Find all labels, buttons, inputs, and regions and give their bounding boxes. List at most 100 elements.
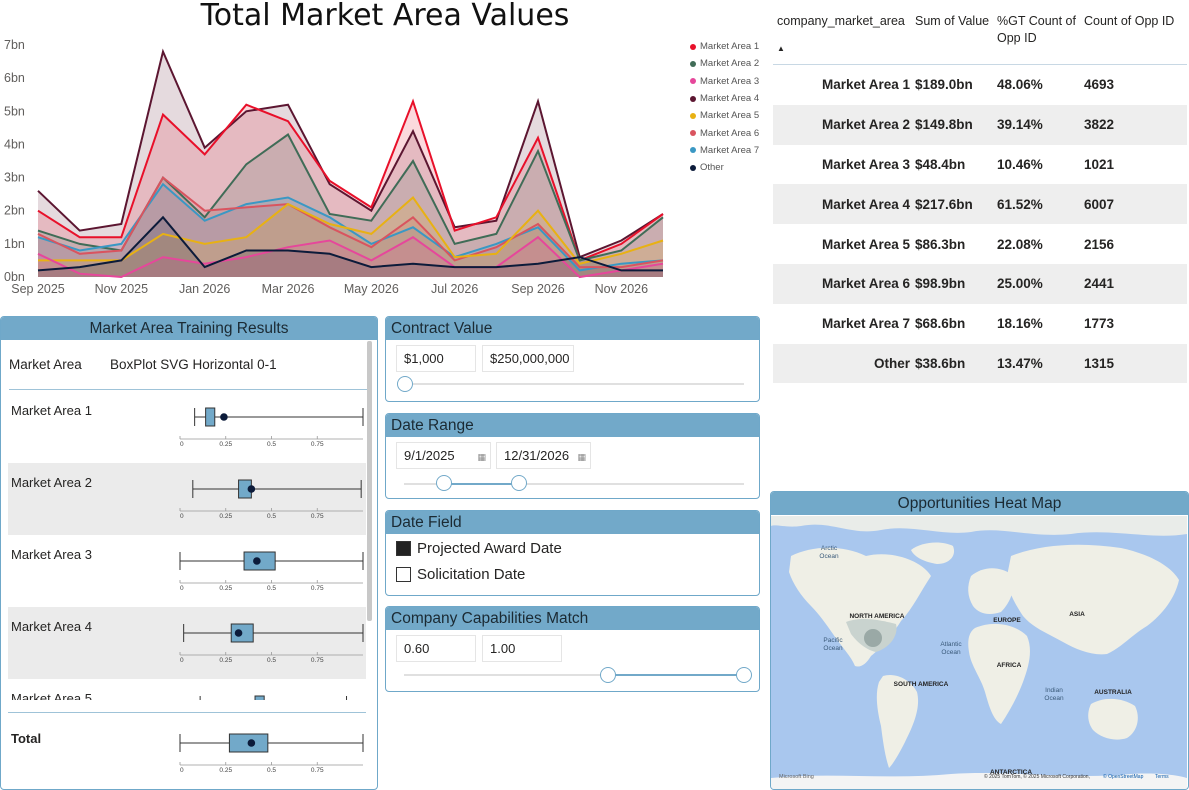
boxplot-row[interactable]: Market Area 3 0 0.25 0.5 0.75	[8, 535, 366, 607]
slider-track	[404, 383, 744, 385]
legend-swatch	[690, 112, 696, 119]
boxplot-chart: 0 0.25 0.5 0.75	[179, 479, 363, 520]
table-row[interactable]: Market Area 2 $149.8bn 39.14% 3822	[773, 104, 1187, 145]
calendar-icon[interactable]: ▦	[577, 452, 586, 463]
training-results-panel: Market Area Training Results Market Area…	[0, 316, 378, 790]
map-label: Atlantic	[940, 641, 962, 648]
boxplot-chart: 0 0.25 0.5 0.75	[179, 407, 364, 448]
option-projected-award-date[interactable]: Projected Award Date	[396, 540, 562, 557]
legend-label: Market Area 1	[700, 41, 760, 53]
x-tick-label: May 2026	[344, 282, 399, 296]
header-count-opp-id[interactable]: Count of Opp ID	[1084, 8, 1184, 64]
table-row[interactable]: Market Area 3 $48.4bn 10.46% 1021	[773, 145, 1187, 185]
boxplot-tick-label: 0.25	[219, 767, 232, 774]
legend-item[interactable]: Market Area 3	[690, 73, 759, 90]
osm-link[interactable]: © OpenStreetMap	[1103, 773, 1144, 780]
legend-item[interactable]: Market Area 5	[690, 107, 759, 124]
y-tick-label: 7bn	[4, 38, 25, 52]
legend-item[interactable]: Market Area 6	[690, 124, 759, 141]
date-range-slicer: Date Range 9/1/2025 ▦ 12/31/2026 ▦	[385, 413, 760, 499]
table-row[interactable]: Other $38.6bn 13.47% 1315	[773, 343, 1187, 384]
legend-item[interactable]: Market Area 7	[690, 142, 759, 159]
x-tick-label: Jul 2026	[431, 282, 478, 296]
slider-min-handle[interactable]	[397, 376, 413, 392]
table-row[interactable]: Market Area 5 $86.3bn 22.08% 2156	[773, 224, 1187, 264]
sort-ascending-icon[interactable]: ▲	[777, 44, 785, 53]
col-boxplot[interactable]: BoxPlot SVG Horizontal 0-1	[110, 357, 277, 372]
header-company-market-area[interactable]: company_market_area	[773, 8, 910, 64]
table-row[interactable]: Market Area 1 $189.0bn 48.06% 4693	[773, 65, 1187, 105]
terms-link[interactable]: Terms	[1155, 774, 1169, 780]
legend-swatch	[690, 147, 696, 154]
col-market-area[interactable]: Market Area	[9, 357, 110, 372]
boxplot-tick-label: 0.75	[311, 513, 324, 520]
table-row[interactable]: Market Area 7 $68.6bn 18.16% 1773	[773, 304, 1187, 344]
chart-legend[interactable]: Market Area 1 Market Area 2 Market Area 3 M…	[690, 38, 759, 176]
cell-pct-gt-count: 48.06%	[997, 77, 1043, 93]
legend-item[interactable]: Market Area 4	[690, 90, 759, 107]
cell-sum-of-value: $149.8bn	[915, 117, 973, 133]
market-area-table[interactable]: company_market_area Sum of Value %GT Cou…	[773, 8, 1187, 384]
slider-max-handle[interactable]	[736, 667, 752, 683]
map-attribution: © 2025 TomTom, © 2025 Microsoft Corporat…	[984, 773, 1090, 780]
option-solicitation-date[interactable]: Solicitation Date	[396, 566, 525, 583]
boxplot-row[interactable]: Market Area 5 0 0.25 0.5 0.75	[8, 679, 366, 700]
y-tick-label: 2bn	[4, 204, 25, 218]
boxplot-row-label: Market Area 3	[11, 547, 92, 562]
cell-pct-gt-count: 39.14%	[997, 117, 1043, 133]
end-date-input[interactable]: 12/31/2026 ▦	[496, 442, 591, 469]
checkbox-checked[interactable]	[396, 541, 411, 556]
scrollbar[interactable]	[367, 341, 372, 621]
table-row[interactable]: Market Area 4 $217.6bn 61.52% 6007	[773, 184, 1187, 225]
boxplot-row[interactable]: Market Area 4 0 0.25 0.5 0.75	[8, 607, 366, 679]
cell-sum-of-value: $48.4bn	[915, 156, 966, 172]
calendar-icon[interactable]: ▦	[477, 452, 486, 463]
header-sum-of-value[interactable]: Sum of Value	[910, 8, 997, 64]
legend-swatch	[690, 43, 696, 50]
option-label: Solicitation Date	[417, 566, 526, 583]
legend-label: Market Area 3	[700, 75, 760, 87]
checkbox-unchecked[interactable]	[396, 567, 411, 582]
boxplot-total-row[interactable]: Total 0 0.25 0.5 0.75	[8, 717, 366, 789]
legend-item[interactable]: Other	[690, 159, 759, 176]
cell-count-opp-id: 2156	[1084, 236, 1115, 252]
slider-range-fill	[608, 674, 744, 676]
min-match-input[interactable]: 0.60	[396, 635, 476, 662]
cell-market-area: Market Area 7	[821, 316, 910, 332]
panel-title: Company Capabilities Match	[386, 607, 759, 630]
table-row[interactable]: Market Area 6 $98.9bn 25.00% 2441	[773, 263, 1187, 304]
slider-min-handle[interactable]	[600, 667, 616, 683]
map-label: AUSTRALIA	[1094, 689, 1132, 696]
boxplot-mean-marker	[253, 557, 261, 565]
legend-item[interactable]: Market Area 2	[690, 55, 759, 72]
boxplot-row[interactable]: Market Area 1 0 0.25 0.5 0.75	[8, 391, 366, 463]
min-value-input[interactable]: $1,000	[396, 345, 476, 372]
cell-sum-of-value: $217.6bn	[915, 196, 973, 212]
header-pct-gt-count[interactable]: %GT Count of Opp ID	[997, 8, 1084, 64]
cell-count-opp-id: 2441	[1084, 276, 1115, 292]
boxplot-chart: 0 0.25 0.5 0.75	[179, 733, 364, 774]
chart-title: Total Market Area Values	[200, 0, 570, 33]
cell-count-opp-id: 3822	[1084, 117, 1115, 133]
legend-swatch	[690, 60, 696, 67]
world-map[interactable]: ArcticOceanNORTH AMERICAEUROPEASIAPacifi…	[771, 516, 1187, 789]
start-date-input[interactable]: 9/1/2025 ▦	[396, 442, 491, 469]
legend-item[interactable]: Market Area 1	[690, 38, 759, 55]
slider-start-handle[interactable]	[436, 475, 452, 491]
max-value-input[interactable]: $250,000,000	[482, 345, 574, 372]
slider-end-handle[interactable]	[511, 475, 527, 491]
market-area-chart[interactable]: 0bn1bn2bn3bn4bn5bn6bn7bnSep 2025 Nov 2025…	[0, 30, 690, 300]
option-label: Projected Award Date	[417, 540, 562, 557]
map-label: Indian	[1045, 687, 1063, 694]
boxplot-mean-marker	[220, 413, 228, 421]
boxplot-row[interactable]: Market Area 2 0 0.25 0.5 0.75	[8, 463, 366, 535]
boxplot-mean-marker	[247, 739, 256, 747]
cell-sum-of-value: $38.6bn	[915, 355, 966, 371]
max-match-input[interactable]: 1.00	[482, 635, 562, 662]
boxplot-tick-label: 0	[180, 657, 184, 664]
panel-title: Market Area Training Results	[1, 317, 377, 340]
cell-sum-of-value: $86.3bn	[915, 236, 966, 252]
boxplot-row-label: Total	[11, 731, 42, 746]
boxplot-tick-label: 0.75	[311, 441, 324, 448]
y-tick-label: 3bn	[4, 171, 25, 185]
